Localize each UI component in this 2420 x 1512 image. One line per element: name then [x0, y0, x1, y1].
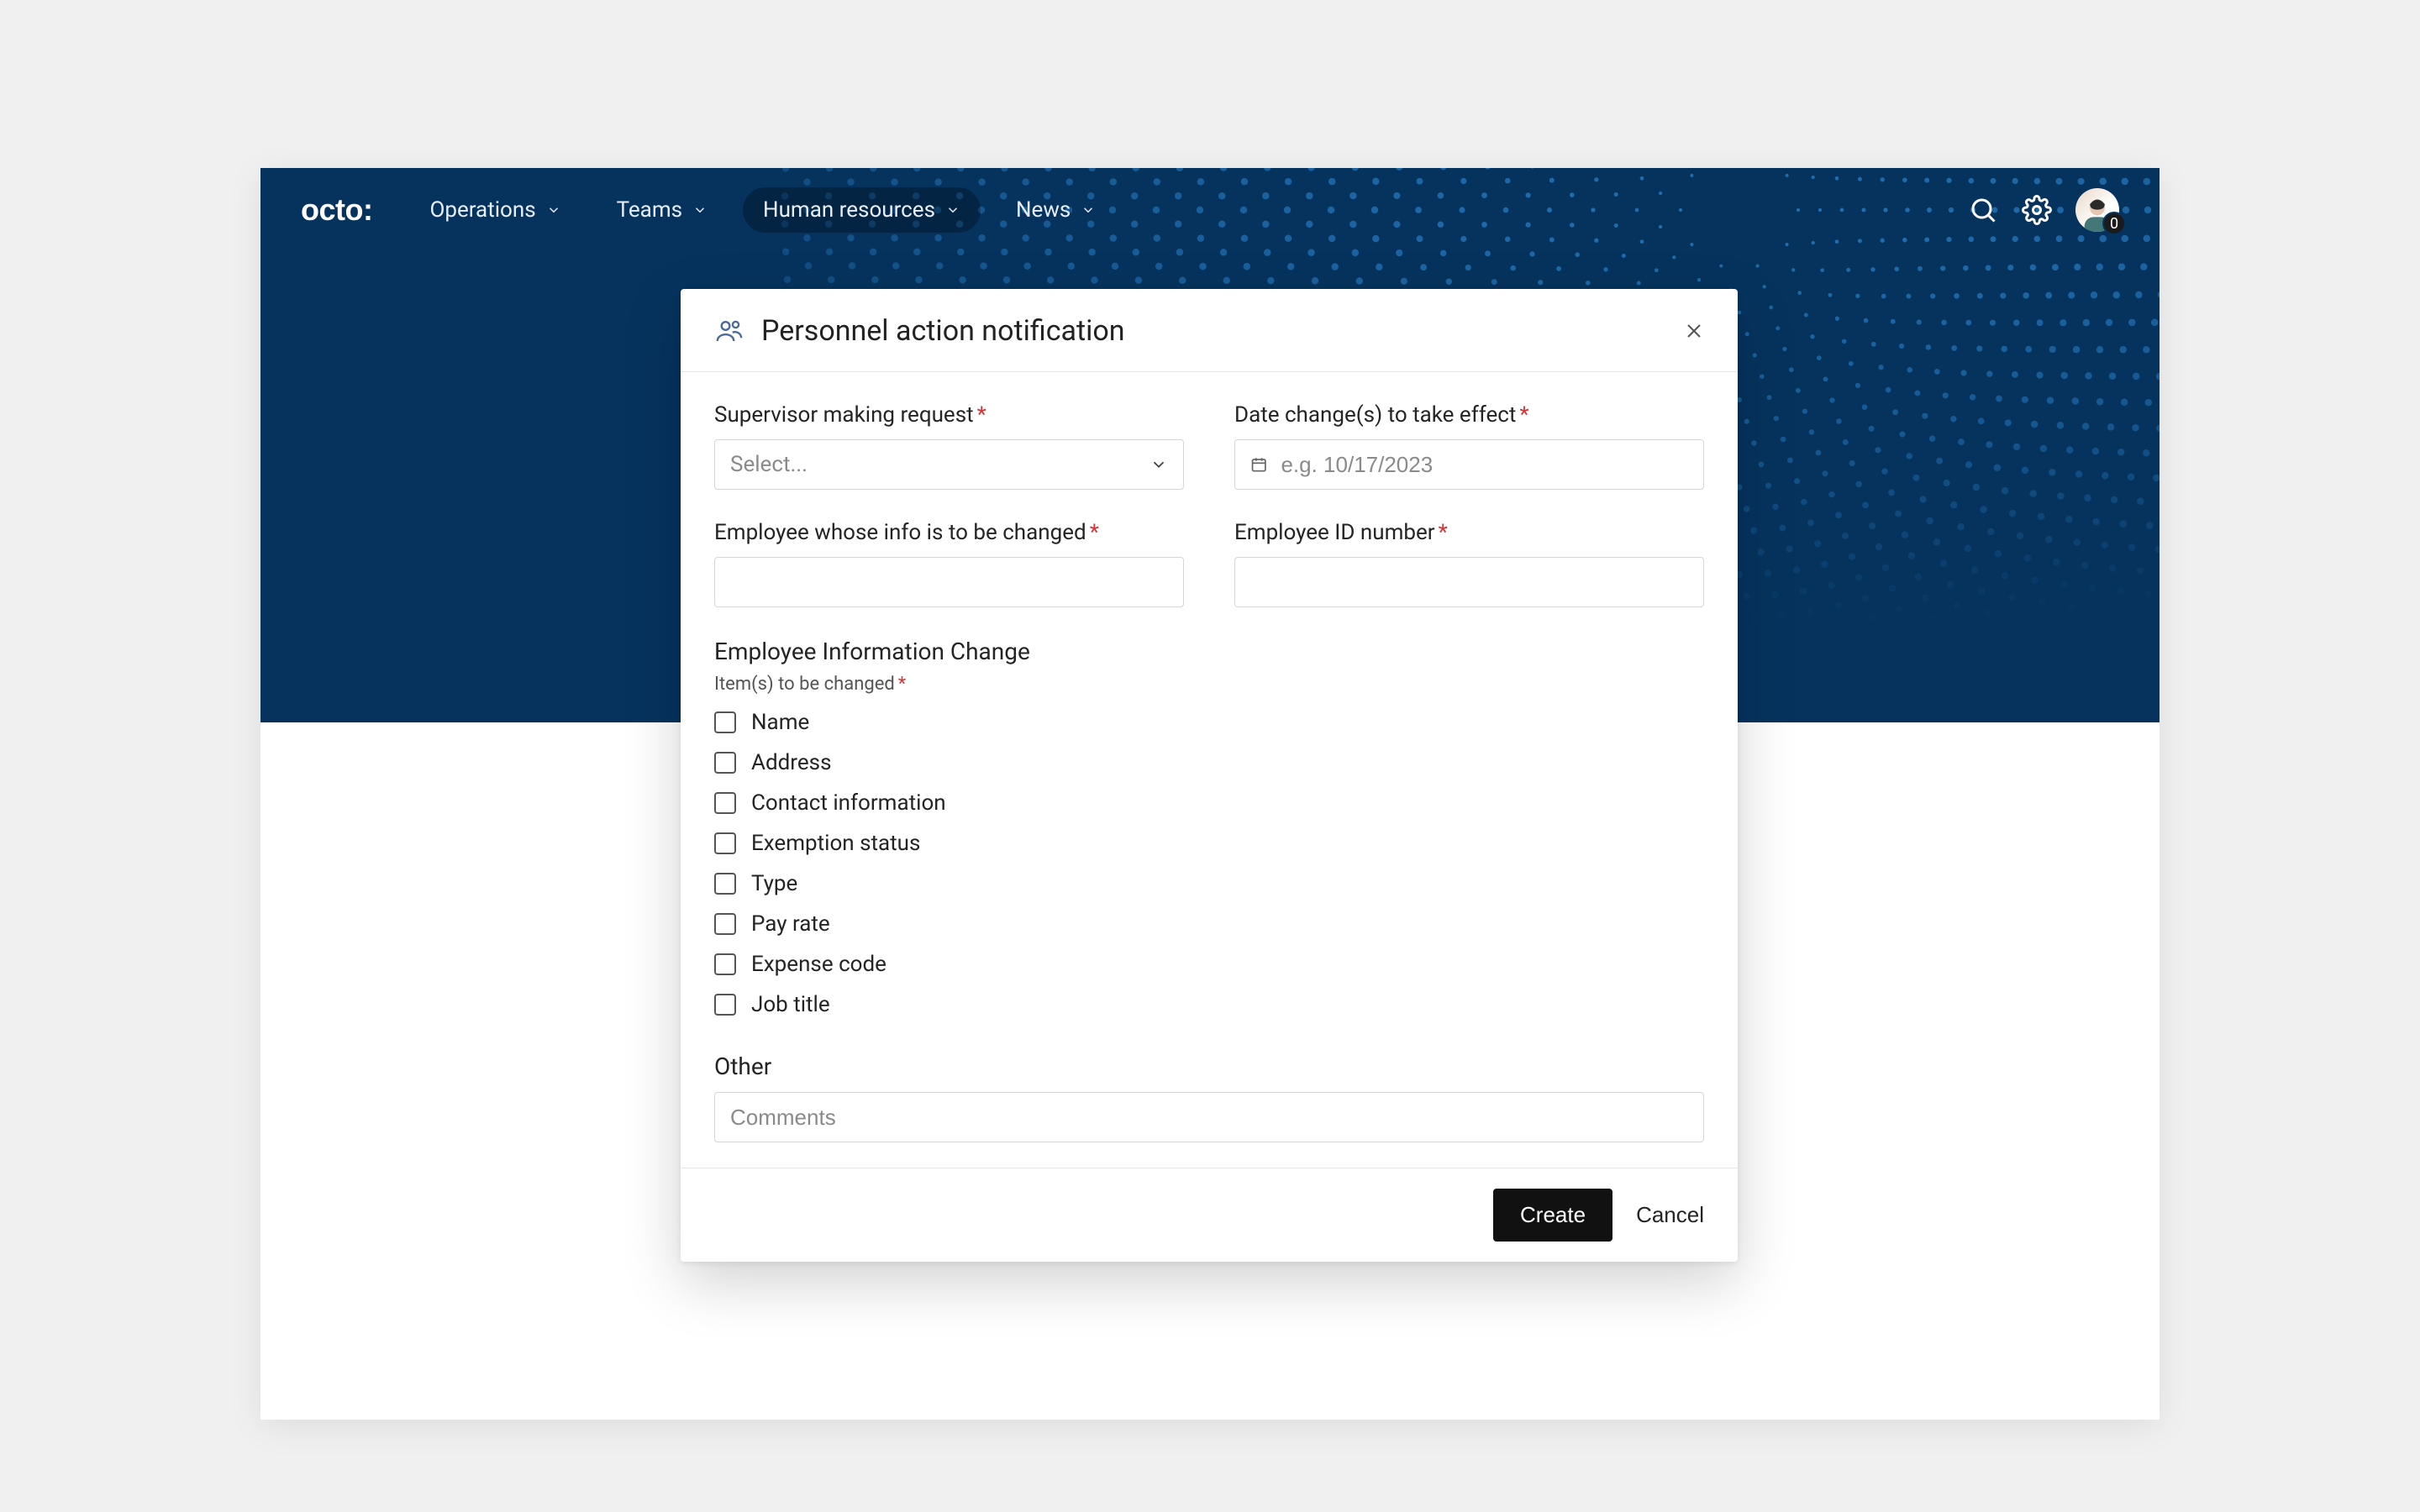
change-items-list: Name Address Contact information Exempti… — [714, 710, 1704, 1017]
chevron-down-icon — [1081, 202, 1096, 218]
check-item-type[interactable]: Type — [714, 871, 1704, 896]
topbar: octo: Operations Teams Human resources — [260, 168, 2160, 252]
check-item-name[interactable]: Name — [714, 710, 1704, 735]
effective-date-label: Date change(s) to take effect* — [1234, 402, 1704, 428]
nav-item-label: Human resources — [763, 197, 935, 223]
employee-field[interactable] — [730, 570, 1168, 596]
search-icon[interactable] — [1968, 195, 1998, 225]
modal-footer: Create Cancel — [681, 1168, 1738, 1262]
check-label: Type — [751, 871, 797, 896]
employee-input[interactable] — [714, 557, 1184, 607]
checkbox[interactable] — [714, 873, 736, 895]
brand-logo: octo: — [301, 192, 372, 228]
select-placeholder: Select... — [730, 452, 1150, 477]
modal-body: Supervisor making request* Select... Dat… — [681, 372, 1738, 1168]
employee-id-input[interactable] — [1234, 557, 1704, 607]
check-label: Job title — [751, 992, 830, 1017]
supervisor-label: Supervisor making request* — [714, 402, 1184, 428]
check-item-pay-rate[interactable]: Pay rate — [714, 911, 1704, 937]
check-item-job-title[interactable]: Job title — [714, 992, 1704, 1017]
check-item-address[interactable]: Address — [714, 750, 1704, 775]
employee-label: Employee whose info is to be changed* — [714, 520, 1184, 545]
close-icon[interactable] — [1684, 321, 1704, 341]
check-label: Name — [751, 710, 809, 735]
checkbox[interactable] — [714, 752, 736, 774]
checkbox[interactable] — [714, 832, 736, 854]
check-item-expense-code[interactable]: Expense code — [714, 952, 1704, 977]
check-label: Address — [751, 750, 831, 775]
people-icon — [714, 316, 744, 346]
nav-item-news[interactable]: News — [996, 187, 1116, 233]
nav-item-label: Teams — [617, 197, 682, 223]
checkbox[interactable] — [714, 913, 736, 935]
app-window: (function(){ var g = document.getElement… — [260, 168, 2160, 1420]
settings-icon[interactable] — [2022, 195, 2052, 225]
topbar-right: 0 — [1968, 188, 2119, 232]
nav-item-teams[interactable]: Teams — [597, 187, 728, 233]
nav-item-operations[interactable]: Operations — [409, 187, 581, 233]
calendar-icon — [1250, 455, 1267, 474]
chevron-down-icon — [1150, 455, 1168, 474]
comments-field[interactable] — [730, 1105, 1688, 1131]
avatar[interactable]: 0 — [2075, 188, 2119, 232]
check-item-exemption-status[interactable]: Exemption status — [714, 831, 1704, 856]
employee-id-label: Employee ID number* — [1234, 520, 1704, 545]
change-section-title: Employee Information Change — [714, 638, 1704, 665]
personnel-action-modal: Personnel action notification Supervisor… — [681, 289, 1738, 1262]
nav-item-human-resources[interactable]: Human resources — [743, 187, 981, 233]
chevron-down-icon — [692, 202, 708, 218]
nav-item-label: Operations — [429, 197, 535, 223]
check-label: Pay rate — [751, 911, 830, 937]
chevron-down-icon — [945, 202, 960, 218]
other-comments-input[interactable] — [714, 1092, 1704, 1142]
check-label: Exemption status — [751, 831, 920, 856]
modal-title: Personnel action notification — [761, 314, 1125, 348]
employee-id-field[interactable] — [1250, 570, 1688, 596]
checkbox[interactable] — [714, 711, 736, 733]
modal-header: Personnel action notification — [681, 289, 1738, 372]
notification-badge: 0 — [2102, 212, 2126, 235]
check-label: Contact information — [751, 790, 946, 816]
checkbox[interactable] — [714, 994, 736, 1016]
checkbox[interactable] — [714, 953, 736, 975]
chevron-down-icon — [546, 202, 561, 218]
check-label: Expense code — [751, 952, 886, 977]
change-section-sublabel: Item(s) to be changed* — [714, 674, 1704, 695]
main-nav: Operations Teams Human resources News — [409, 187, 1116, 233]
create-button[interactable]: Create — [1493, 1189, 1612, 1242]
other-label: Other — [714, 1053, 1704, 1080]
nav-item-label: News — [1016, 197, 1071, 223]
date-field[interactable] — [1281, 452, 1688, 478]
check-item-contact-information[interactable]: Contact information — [714, 790, 1704, 816]
effective-date-input[interactable] — [1234, 439, 1704, 490]
checkbox[interactable] — [714, 792, 736, 814]
supervisor-select[interactable]: Select... — [714, 439, 1184, 490]
cancel-button[interactable]: Cancel — [1636, 1202, 1704, 1228]
